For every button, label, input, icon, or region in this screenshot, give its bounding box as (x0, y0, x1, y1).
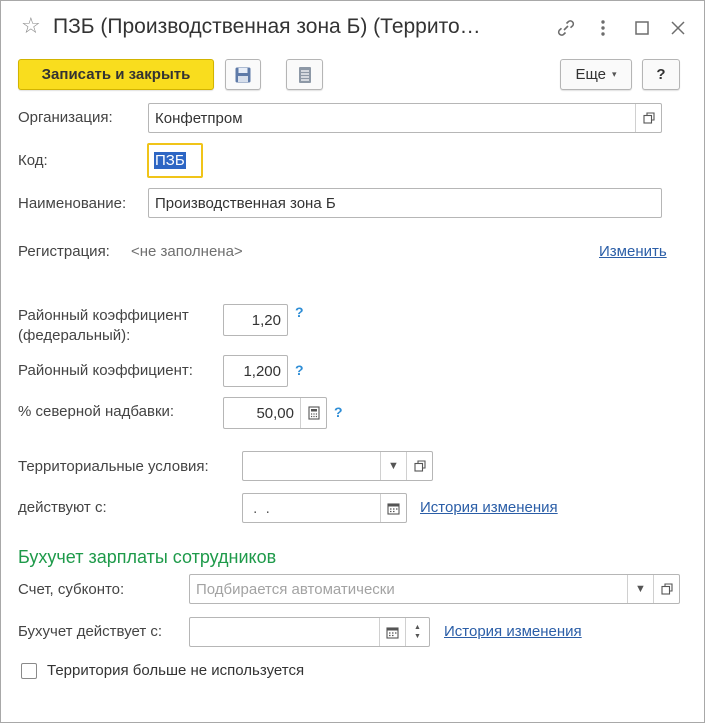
form-window: ☆ ПЗБ (Производственная зона Б) (Террито… (0, 0, 705, 723)
accounting-valid-from-label: Бухучет действует с: (18, 623, 163, 640)
district-coef-fed-label: Районный коэффициент (федеральный): (18, 306, 189, 346)
accounting-section-title: Бухучет зарплаты сотрудников (18, 547, 277, 567)
north-bonus-help-icon[interactable]: ? (334, 404, 343, 420)
north-bonus-label: % северной надбавки: (18, 403, 175, 420)
list-document-icon (298, 66, 311, 83)
save-button[interactable] (225, 59, 261, 90)
district-coef-fed-field[interactable]: 1,20 (223, 304, 288, 336)
name-label: Наименование: (18, 195, 127, 212)
open-icon[interactable] (406, 452, 432, 480)
accounting-history-link[interactable]: История изменения (444, 623, 582, 640)
code-field[interactable]: ПЗБ (147, 143, 203, 178)
help-button[interactable]: ? (642, 59, 680, 90)
favorite-star-icon[interactable]: ☆ (21, 15, 41, 37)
account-label: Счет, субконто: (18, 581, 125, 598)
more-menu-label: Еще (575, 66, 606, 83)
valid-from-history-link[interactable]: История изменения (420, 499, 558, 516)
post-list-button[interactable] (286, 59, 323, 90)
help-button-label: ? (656, 66, 666, 83)
territorial-conditions-field[interactable]: ▼ (242, 451, 433, 481)
north-bonus-value: 50,00 (256, 404, 294, 422)
close-icon[interactable] (671, 20, 685, 38)
dropdown-arrow-icon[interactable]: ▼ (627, 575, 653, 603)
save-and-close-label: Записать и закрыть (41, 66, 191, 83)
calendar-icon[interactable] (380, 494, 406, 522)
link-icon[interactable] (556, 18, 576, 41)
organization-field[interactable]: Конфетпром (148, 103, 662, 133)
dropdown-arrow-icon[interactable]: ▼ (380, 452, 406, 480)
code-value: ПЗБ (154, 152, 186, 169)
open-icon[interactable] (635, 104, 661, 132)
save-and-close-button[interactable]: Записать и закрыть (18, 59, 214, 90)
maximize-icon[interactable] (635, 20, 649, 38)
north-bonus-field[interactable]: 50,00 (223, 397, 327, 429)
district-coef-field[interactable]: 1,200 (223, 355, 288, 387)
spin-updown-icon[interactable]: ▲ ▼ (405, 618, 429, 646)
organization-value: Конфетпром (155, 109, 243, 127)
valid-from-value: . . (249, 499, 270, 517)
district-coef-fed-label-line1: Районный коэффициент (18, 307, 189, 324)
valid-from-label: действуют с: (18, 499, 107, 516)
district-coef-fed-help-icon[interactable]: ? (295, 304, 304, 320)
district-coef-help-icon[interactable]: ? (295, 362, 304, 378)
district-coef-value: 1,200 (243, 362, 281, 380)
name-field[interactable]: Производственная зона Б (148, 188, 662, 218)
calculator-icon[interactable] (300, 398, 326, 428)
accounting-valid-from-field[interactable]: ▲ ▼ (189, 617, 430, 647)
district-coef-fed-label-line2: (федеральный): (18, 327, 131, 344)
registration-value: <не заполнена> (131, 243, 243, 260)
open-icon[interactable] (653, 575, 679, 603)
territory-not-used-row[interactable]: Территория больше не используется (21, 662, 304, 679)
calendar-icon[interactable] (379, 618, 405, 646)
window-title: ПЗБ (Производственная зона Б) (Террито… (53, 15, 481, 38)
name-value: Производственная зона Б (155, 194, 336, 212)
territory-not-used-checkbox[interactable] (21, 662, 37, 679)
registration-label: Регистрация: (18, 243, 110, 260)
code-label: Код: (18, 152, 48, 169)
district-coef-label: Районный коэффициент: (18, 362, 193, 379)
floppy-disk-icon (235, 67, 251, 82)
organization-label: Организация: (18, 109, 113, 126)
valid-from-field[interactable]: . . (242, 493, 407, 523)
territory-not-used-label: Территория больше не используется (47, 662, 305, 679)
more-vertical-icon[interactable] (598, 18, 608, 41)
account-placeholder: Подбирается автоматически (196, 580, 395, 598)
district-coef-fed-value: 1,20 (251, 311, 281, 329)
more-menu-button[interactable]: Еще ▾ (560, 59, 632, 90)
registration-change-link[interactable]: Изменить (599, 243, 667, 260)
account-field[interactable]: Подбирается автоматически ▼ (189, 574, 680, 604)
chevron-down-icon: ▾ (612, 69, 617, 79)
territorial-conditions-label: Территориальные условия: (18, 458, 209, 475)
